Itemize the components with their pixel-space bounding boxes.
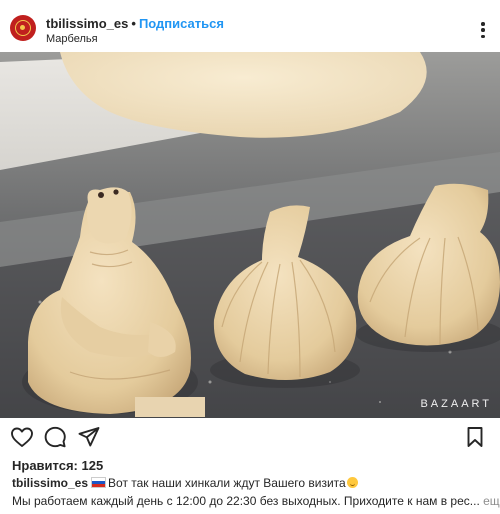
post-header: tbilissimo_es • Подписаться Марбелья (0, 0, 500, 54)
post-image[interactable]: BAZAART (0, 52, 500, 418)
location-link[interactable]: Марбелья (46, 33, 98, 45)
username-link[interactable]: tbilissimo_es (46, 16, 128, 31)
separator-dot: • (131, 16, 136, 31)
dot-icon (481, 34, 485, 38)
avatar[interactable] (10, 15, 36, 41)
caption-line-1: tbilissimo_es Вот так наши хинкали ждут В… (12, 476, 358, 490)
russian-flag-icon (91, 477, 107, 488)
caption-text: Вот так наши хинкали ждут Вашего визита (108, 476, 346, 490)
caption-text-continued: Мы работаем каждый день с 12:00 до 22:30… (12, 494, 480, 508)
likes-count[interactable]: Нравится: 125 (12, 458, 103, 473)
follow-button[interactable]: Подписаться (139, 16, 224, 31)
more-link[interactable]: ещё (483, 494, 500, 508)
logo-crest-icon (15, 20, 31, 36)
save-button[interactable] (462, 424, 488, 450)
dot-icon (481, 28, 485, 32)
share-icon (78, 427, 100, 447)
photo-illustration (0, 52, 500, 418)
watermark-text: BAZAART (420, 398, 492, 410)
dot-icon (481, 22, 485, 26)
caption-username[interactable]: tbilissimo_es (12, 476, 88, 490)
share-button[interactable] (76, 424, 102, 450)
caption-line-2: Мы работаем каждый день с 12:00 до 22:30… (12, 494, 500, 508)
action-bar (0, 424, 500, 452)
like-button[interactable] (9, 424, 35, 450)
heart-icon (11, 427, 33, 447)
header-title-line: tbilissimo_es • Подписаться (46, 16, 224, 31)
smiley-icon (346, 477, 358, 488)
bookmark-icon (467, 427, 483, 447)
more-options-button[interactable] (480, 22, 486, 38)
comment-button[interactable] (42, 424, 68, 450)
comment-icon (44, 426, 66, 448)
